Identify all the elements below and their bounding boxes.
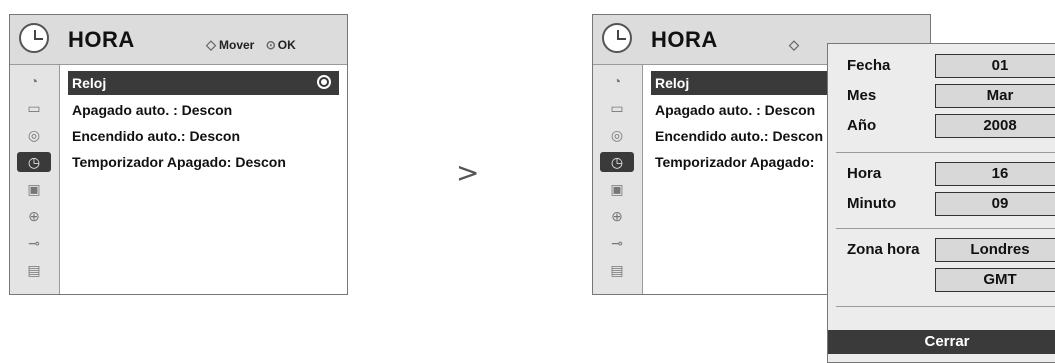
fecha-row: Fecha 01 bbox=[828, 54, 1055, 80]
close-button[interactable]: Cerrar bbox=[828, 330, 1055, 354]
navigation-hint: ◇ bbox=[789, 37, 802, 53]
lock-panel-icon[interactable]: ▣ bbox=[600, 179, 634, 199]
lock-panel-icon[interactable]: ▣ bbox=[17, 179, 51, 199]
radio-selected-icon bbox=[317, 75, 331, 89]
input-plug-icon[interactable]: ⊸ bbox=[17, 233, 51, 253]
divider bbox=[836, 306, 1055, 307]
padlock-icon[interactable]: ⊕ bbox=[17, 206, 51, 226]
clock-icon bbox=[19, 23, 49, 53]
ano-label: Año bbox=[847, 117, 877, 134]
satellite-dish-icon[interactable]: ◔ bbox=[600, 71, 634, 91]
divider bbox=[836, 228, 1055, 229]
picture-icon[interactable]: ▭ bbox=[17, 98, 51, 118]
move-arrows-icon: ◇ bbox=[206, 37, 216, 52]
satellite-dish-icon[interactable]: ◔ bbox=[17, 71, 51, 91]
zona-hora-value[interactable]: Londres bbox=[935, 238, 1055, 262]
menu-title: HORA bbox=[651, 27, 718, 52]
speaker-icon[interactable]: ◎ bbox=[17, 125, 51, 145]
clock-settings-popup: Fecha 01 Mes Mar Año 2008 Hora 16 Minuto… bbox=[827, 43, 1055, 363]
clock-icon[interactable]: ◷ bbox=[17, 152, 51, 172]
category-sidebar: ◔ ▭ ◎ ◷ ▣ ⊕ ⊸ ▤ bbox=[593, 65, 643, 294]
mes-label: Mes bbox=[847, 87, 877, 104]
hora-row: Hora 16 bbox=[828, 162, 1055, 188]
minuto-row: Minuto 09 bbox=[828, 192, 1055, 218]
transition-arrow: > bbox=[456, 156, 480, 189]
menu-title: HORA bbox=[68, 27, 135, 52]
hora-label: Hora bbox=[847, 165, 882, 182]
mes-value[interactable]: Mar bbox=[935, 84, 1055, 108]
divider bbox=[836, 152, 1055, 153]
hora-menu-left: HORA ◇ Mover ⊙ OK ◔ ▭ ◎ ◷ ▣ ⊕ ⊸ ▤ Reloj Ap… bbox=[9, 14, 348, 295]
menu-item-reloj[interactable]: Reloj bbox=[68, 71, 339, 95]
gmt-offset-value[interactable]: GMT bbox=[935, 268, 1055, 292]
gmt-row: GMT bbox=[828, 268, 1055, 294]
move-arrows-icon: ◇ bbox=[789, 37, 799, 52]
category-sidebar: ◔ ▭ ◎ ◷ ▣ ⊕ ⊸ ▤ bbox=[10, 65, 60, 294]
clapperboard-icon[interactable]: ▤ bbox=[600, 260, 634, 280]
padlock-icon[interactable]: ⊕ bbox=[600, 206, 634, 226]
minuto-label: Minuto bbox=[847, 195, 897, 212]
picture-icon[interactable]: ▭ bbox=[600, 98, 634, 118]
ok-button-icon: ⊙ bbox=[265, 38, 276, 52]
mes-row: Mes Mar bbox=[828, 84, 1055, 110]
fecha-value[interactable]: 01 bbox=[935, 54, 1055, 78]
hora-value[interactable]: 16 bbox=[935, 162, 1055, 186]
ano-value[interactable]: 2008 bbox=[935, 114, 1055, 138]
minuto-value[interactable]: 09 bbox=[935, 192, 1055, 216]
zona-hora-label: Zona hora bbox=[847, 241, 920, 258]
ano-row: Año 2008 bbox=[828, 114, 1055, 140]
menu-item-temporizador-apagado[interactable]: Temporizador Apagado: Descon bbox=[68, 150, 339, 174]
speaker-icon[interactable]: ◎ bbox=[600, 125, 634, 145]
input-plug-icon[interactable]: ⊸ bbox=[600, 233, 634, 253]
navigation-hint: ◇ Mover ⊙ OK bbox=[206, 37, 296, 52]
menu-item-apagado-auto[interactable]: Apagado auto. : Descon bbox=[68, 98, 339, 122]
menu-header: HORA ◇ Mover ⊙ OK bbox=[10, 15, 347, 65]
clapperboard-icon[interactable]: ▤ bbox=[17, 260, 51, 280]
zona-hora-row: Zona hora Londres bbox=[828, 238, 1055, 264]
clock-icon[interactable]: ◷ bbox=[600, 152, 634, 172]
clock-icon bbox=[602, 23, 632, 53]
fecha-label: Fecha bbox=[847, 57, 891, 74]
menu-item-encendido-auto[interactable]: Encendido auto.: Descon bbox=[68, 124, 339, 148]
